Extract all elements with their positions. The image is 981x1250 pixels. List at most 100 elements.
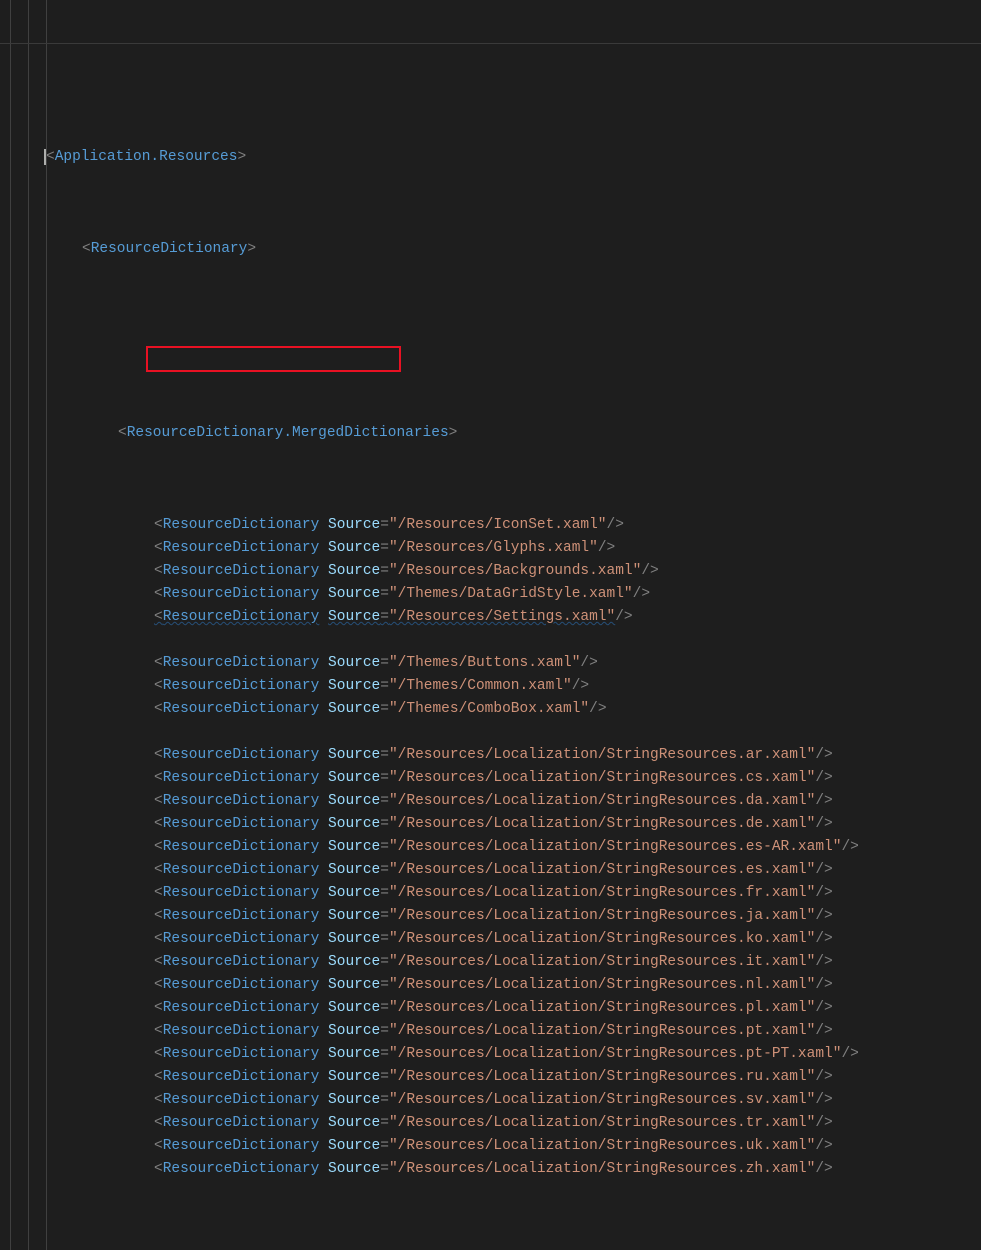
attr-source: Source [328, 517, 380, 533]
code-line[interactable]: <ResourceDictionary Source="/Resources/L… [0, 951, 981, 974]
attr-source: Source [328, 885, 380, 901]
code-editor[interactable]: <Application.Resources> <ResourceDiction… [0, 0, 981, 1250]
tag-resource-dictionary: ResourceDictionary [163, 793, 320, 809]
attr-source: Source [328, 1161, 380, 1177]
tag-resource-dictionary: ResourceDictionary [163, 1161, 320, 1177]
code-line[interactable]: <ResourceDictionary Source="/Themes/Comm… [0, 675, 981, 698]
attr-value: "/Resources/Localization/StringResources… [389, 862, 815, 878]
attr-value: "/Resources/Localization/StringResources… [389, 1069, 815, 1085]
tag-resource-dictionary: ResourceDictionary [163, 701, 320, 717]
tag-resource-dictionary: ResourceDictionary [163, 862, 320, 878]
blank-line [0, 721, 981, 744]
code-line[interactable]: <ResourceDictionary Source="/Resources/L… [0, 1158, 981, 1181]
attr-source: Source [328, 1000, 380, 1016]
attr-value: "/Resources/Localization/StringResources… [389, 1138, 815, 1154]
code-line[interactable]: <ResourceDictionary Source="/Resources/L… [0, 905, 981, 928]
attr-value: "/Resources/Localization/StringResources… [389, 908, 815, 924]
attr-source: Source [328, 563, 380, 579]
attr-source: Source [328, 1046, 380, 1062]
code-line[interactable]: <ResourceDictionary Source="/Resources/L… [0, 928, 981, 951]
code-line[interactable]: <ResourceDictionary Source="/Resources/L… [0, 1020, 981, 1043]
tag-resource-dictionary: ResourceDictionary [163, 931, 320, 947]
code-line[interactable]: <ResourceDictionary Source="/Resources/L… [0, 1112, 981, 1135]
tag-resource-dictionary: ResourceDictionary [163, 1115, 320, 1131]
tag-resource-dictionary: ResourceDictionary [163, 885, 320, 901]
attr-source: Source [328, 770, 380, 786]
code-line[interactable]: <ResourceDictionary Source="/Resources/B… [0, 560, 981, 583]
tag-resource-dictionary: ResourceDictionary [163, 586, 320, 602]
attr-value: "/Themes/Buttons.xaml" [389, 655, 580, 671]
attr-value: "/Resources/Localization/StringResources… [389, 1023, 815, 1039]
attr-value: "/Themes/ComboBox.xaml" [389, 701, 589, 717]
attr-source: Source [328, 954, 380, 970]
attr-value: "/Resources/Localization/StringResources… [389, 931, 815, 947]
code-line[interactable]: <ResourceDictionary Source="/Resources/I… [0, 514, 981, 537]
code-line[interactable]: <ResourceDictionary Source="/Resources/L… [0, 813, 981, 836]
tag-app-resources: Application.Resources [55, 149, 238, 165]
code-line[interactable]: <ResourceDictionary Source="/Resources/L… [0, 974, 981, 997]
attr-source: Source [328, 839, 380, 855]
attr-value: "/Resources/Localization/StringResources… [389, 977, 815, 993]
attr-value: "/Resources/Settings.xaml" [389, 609, 615, 625]
code-line[interactable]: <ResourceDictionary Source="/Resources/L… [0, 1043, 981, 1066]
code-line[interactable]: <ResourceDictionary.MergedDictionaries> [0, 422, 981, 445]
tag-merged-dictionaries: ResourceDictionary.MergedDictionaries [127, 425, 449, 441]
tag-resource-dictionary: ResourceDictionary [163, 954, 320, 970]
attr-value: "/Resources/Localization/StringResources… [389, 1161, 815, 1177]
attr-source: Source [328, 655, 380, 671]
attr-source: Source [328, 1092, 380, 1108]
code-line[interactable]: <ResourceDictionary Source="/Resources/L… [0, 836, 981, 859]
attr-source: Source [328, 931, 380, 947]
attr-value: "/Resources/Localization/StringResources… [389, 816, 815, 832]
tag-resource-dictionary: ResourceDictionary [163, 517, 320, 533]
attr-source: Source [328, 1115, 380, 1131]
attr-value: "/Resources/Localization/StringResources… [389, 885, 815, 901]
attr-value: "/Resources/Localization/StringResources… [389, 954, 815, 970]
code-line[interactable]: <ResourceDictionary Source="/Resources/L… [0, 744, 981, 767]
code-line[interactable]: <ResourceDictionary Source="/Themes/Butt… [0, 652, 981, 675]
attr-value: "/Resources/Localization/StringResources… [389, 747, 815, 763]
attr-value: "/Resources/Localization/StringResources… [389, 1000, 815, 1016]
attr-value: "/Resources/Localization/StringResources… [389, 1115, 815, 1131]
attr-source: Source [328, 1069, 380, 1085]
attr-source: Source [328, 586, 380, 602]
attr-source: Source [328, 816, 380, 832]
code-line[interactable]: <ResourceDictionary Source="/Resources/L… [0, 1066, 981, 1089]
attr-value: "/Resources/Localization/StringResources… [389, 839, 841, 855]
code-line[interactable]: <ResourceDictionary Source="/Themes/Comb… [0, 698, 981, 721]
code-line[interactable]: <ResourceDictionary Source="/Themes/Data… [0, 583, 981, 606]
attr-source: Source [328, 908, 380, 924]
attr-value: "/Resources/Backgrounds.xaml" [389, 563, 641, 579]
code-line[interactable]: <ResourceDictionary Source="/Resources/L… [0, 1089, 981, 1112]
code-line[interactable]: <ResourceDictionary Source="/Resources/L… [0, 997, 981, 1020]
code-line[interactable]: <ResourceDictionary Source="/Resources/L… [0, 790, 981, 813]
code-line[interactable]: <ResourceDictionary Source="/Resources/S… [0, 606, 981, 629]
editor-divider [0, 43, 981, 44]
tag-resource-dictionary: ResourceDictionary [163, 908, 320, 924]
attr-source: Source [328, 1138, 380, 1154]
blank-line [0, 330, 981, 353]
tag-resource-dictionary: ResourceDictionary [91, 241, 248, 257]
attr-value: "/Resources/Localization/StringResources… [389, 793, 815, 809]
code-line[interactable]: <Application.Resources> [0, 146, 981, 169]
attr-value: "/Resources/IconSet.xaml" [389, 517, 607, 533]
code-line[interactable]: <ResourceDictionary Source="/Resources/L… [0, 882, 981, 905]
tag-resource-dictionary: ResourceDictionary [163, 1023, 320, 1039]
tag-resource-dictionary: ResourceDictionary [163, 1069, 320, 1085]
tag-resource-dictionary: ResourceDictionary [163, 839, 320, 855]
tag-resource-dictionary: ResourceDictionary [163, 678, 320, 694]
attr-value: "/Resources/Localization/StringResources… [389, 1092, 815, 1108]
attr-source: Source [328, 862, 380, 878]
tag-resource-dictionary: ResourceDictionary [163, 1138, 320, 1154]
code-line[interactable]: <ResourceDictionary Source="/Resources/L… [0, 859, 981, 882]
tag-resource-dictionary: ResourceDictionary [163, 1092, 320, 1108]
tag-resource-dictionary: ResourceDictionary [163, 609, 320, 625]
attr-source: Source [328, 609, 380, 625]
tag-resource-dictionary: ResourceDictionary [163, 977, 320, 993]
tag-resource-dictionary: ResourceDictionary [163, 1046, 320, 1062]
code-line[interactable]: <ResourceDictionary Source="/Resources/L… [0, 1135, 981, 1158]
code-line[interactable]: <ResourceDictionary Source="/Resources/L… [0, 767, 981, 790]
code-line[interactable]: <ResourceDictionary Source="/Resources/G… [0, 537, 981, 560]
code-line[interactable]: <ResourceDictionary> [0, 238, 981, 261]
tag-resource-dictionary: ResourceDictionary [163, 816, 320, 832]
